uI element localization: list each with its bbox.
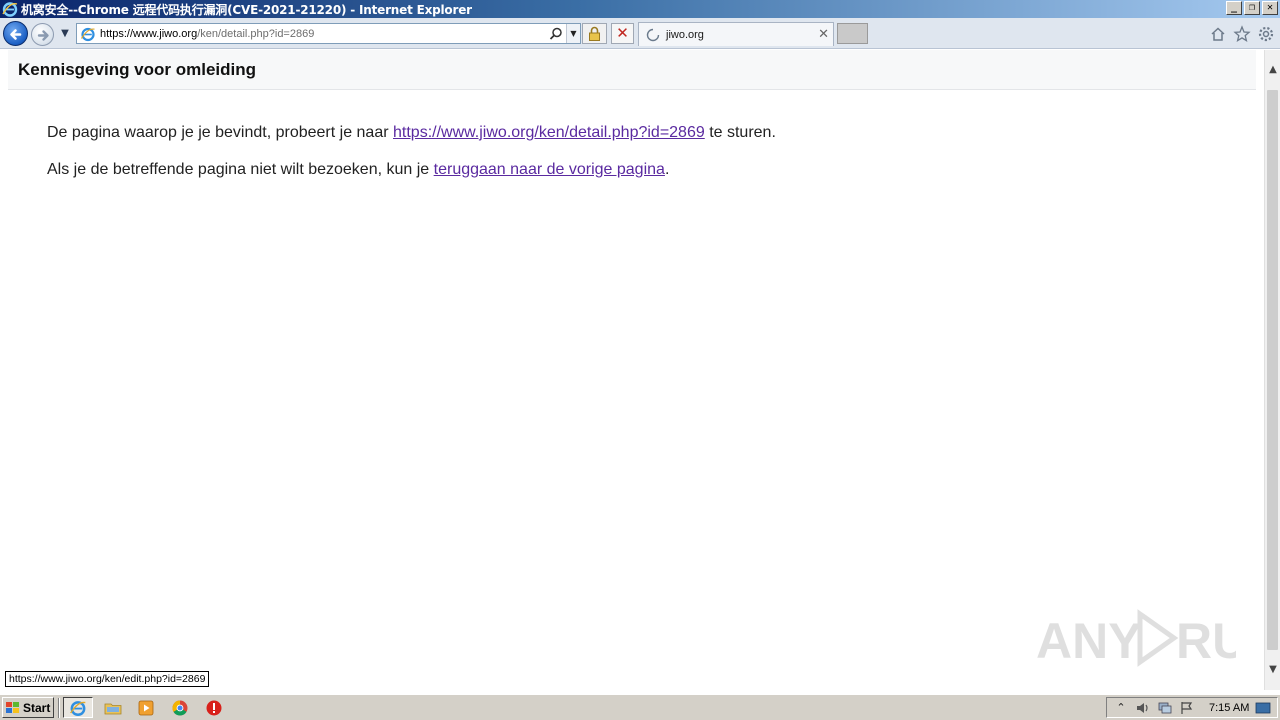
redirect-notice-paragraph: De pagina waarop je je bevindt, probeert…	[47, 124, 776, 142]
page-content: Kennisgeving voor omleiding De pagina wa…	[8, 50, 1264, 690]
url-path: /ken/detail.php?id=2869	[197, 27, 315, 40]
paragraph-text: Als je de betreffende pagina niet wilt b…	[47, 161, 434, 178]
address-dropdown-button[interactable]: ▼	[566, 24, 580, 43]
folder-icon	[104, 703, 122, 714]
taskbar-clock[interactable]: 7:15 AM	[1209, 702, 1249, 714]
svg-text:RUN: RUN	[1176, 613, 1236, 669]
minimize-button[interactable]: _	[1226, 1, 1242, 15]
history-dropdown-button[interactable]: ▼	[58, 27, 72, 41]
taskbar-app-explorer[interactable]	[98, 697, 128, 718]
taskbar-app-chrome[interactable]	[165, 697, 195, 718]
new-tab-button[interactable]	[837, 23, 868, 44]
network-icon[interactable]	[1157, 700, 1173, 716]
page-header: Kennisgeving voor omleiding	[8, 50, 1256, 90]
taskbar-app-media-player[interactable]	[131, 697, 161, 718]
status-bar-url: https://www.jiwo.org/ken/edit.php?id=286…	[5, 671, 210, 687]
back-arrow-icon	[10, 29, 22, 40]
go-back-link[interactable]: teruggaan naar de vorige pagina	[434, 161, 665, 178]
gear-icon[interactable]	[1257, 25, 1275, 43]
media-player-icon	[138, 700, 154, 715]
forward-button[interactable]	[31, 23, 54, 46]
browser-navbar: ▼ https://www.jiwo.org/ken/detail.php?id…	[0, 18, 1280, 49]
close-window-button[interactable]: ✕	[1262, 1, 1278, 15]
taskbar-app-security[interactable]	[199, 697, 229, 718]
chevron-up-icon[interactable]: ⌃	[1113, 700, 1129, 716]
star-icon[interactable]	[1233, 25, 1251, 43]
window-titlebar[interactable]: 机窝安全--Chrome 远程代码执行漏洞(CVE-2021-21220) - …	[0, 0, 1280, 18]
address-url[interactable]: https://www.jiwo.org/ken/detail.php?id=2…	[100, 28, 548, 40]
scrollbar-thumb[interactable]	[1267, 90, 1278, 650]
url-domain: jiwo.org	[159, 27, 198, 40]
action-center-flag-icon[interactable]	[1179, 700, 1195, 716]
page-title: Kennisgeving voor omleiding	[18, 60, 257, 79]
scroll-down-arrow-icon[interactable]: ▼	[1265, 650, 1280, 690]
close-icon: ✕	[616, 24, 629, 42]
taskbar-app-internet-explorer[interactable]	[63, 697, 93, 718]
start-button[interactable]: Start	[2, 697, 54, 718]
svg-text:ANY: ANY	[1036, 613, 1142, 669]
show-desktop-icon[interactable]	[1255, 700, 1271, 716]
home-icon[interactable]	[1209, 25, 1227, 43]
paragraph-text: De pagina waarop je je bevindt, probeert…	[47, 124, 393, 141]
lock-icon	[589, 26, 600, 41]
search-icon[interactable]	[548, 26, 564, 42]
paragraph-text: te sturen.	[704, 124, 776, 141]
vertical-scrollbar[interactable]: ▲ ▼	[1264, 50, 1280, 690]
windows-flag-icon	[6, 701, 19, 713]
loading-spinner-icon	[646, 28, 660, 41]
url-prefix: https://www.	[100, 27, 160, 40]
taskbar: Start ⌃ 7:15 AM	[0, 694, 1280, 720]
ie-page-icon	[80, 27, 95, 41]
scroll-up-arrow-icon[interactable]: ▲	[1265, 50, 1280, 90]
redirect-target-link[interactable]: https://www.jiwo.org/ken/detail.php?id=2…	[393, 124, 705, 141]
browser-toolbar-icons	[1209, 25, 1275, 43]
forward-arrow-icon	[37, 30, 49, 41]
anyrun-watermark-logo: ANY RUN	[1036, 609, 1236, 669]
system-tray: ⌃ 7:15 AM	[1106, 697, 1278, 718]
restore-button[interactable]: ❐	[1244, 1, 1260, 15]
ie-logo-icon	[70, 700, 86, 716]
chrome-icon	[172, 700, 188, 716]
start-label: Start	[23, 700, 51, 715]
go-back-paragraph: Als je de betreffende pagina niet wilt b…	[47, 161, 669, 179]
stop-button[interactable]: ✕	[611, 23, 634, 44]
ie-logo-icon	[2, 2, 18, 17]
tab-label: jiwo.org	[666, 28, 704, 41]
window-title: 机窝安全--Chrome 远程代码执行漏洞(CVE-2021-21220) - …	[21, 2, 472, 17]
stop-sign-icon	[206, 700, 222, 715]
paragraph-text: .	[664, 161, 670, 178]
taskbar-separator	[58, 698, 60, 718]
volume-icon[interactable]	[1135, 700, 1151, 716]
security-lock-button[interactable]	[582, 23, 607, 44]
tab-close-icon[interactable]: ✕	[818, 27, 829, 42]
window-controls: _ ❐ ✕	[1226, 1, 1278, 15]
browser-tab[interactable]: jiwo.org ✕	[638, 22, 834, 46]
address-bar[interactable]: https://www.jiwo.org/ken/detail.php?id=2…	[76, 23, 581, 44]
back-button[interactable]	[3, 21, 28, 46]
